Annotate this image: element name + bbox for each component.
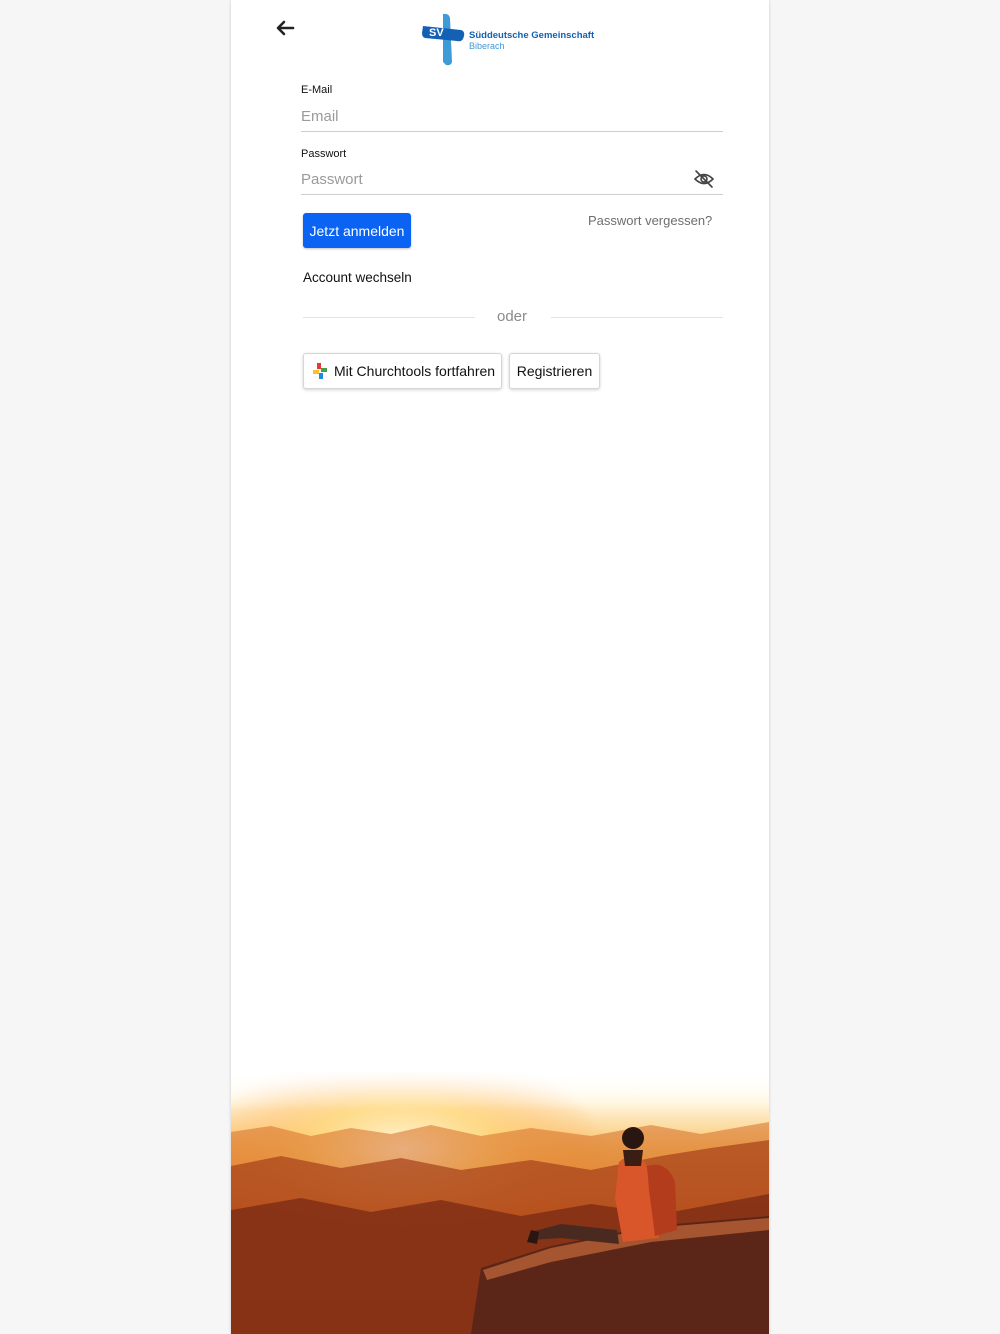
divider-text: oder — [496, 308, 528, 325]
back-button[interactable] — [273, 16, 297, 40]
forgot-password-link[interactable]: Passwort vergessen? — [588, 213, 712, 228]
switch-account-link[interactable]: Account wechseln — [303, 270, 412, 285]
logo: SV Süddeutsche Gemeinschaft Biberach — [421, 12, 611, 66]
churchtools-button-label: Mit Churchtools fortfahren — [334, 363, 496, 379]
divider-line-right — [551, 317, 723, 318]
logo-cross-icon: SV — [422, 13, 465, 66]
email-label: E-Mail — [301, 84, 333, 96]
churchtools-login-button[interactable]: Mit Churchtools fortfahren — [303, 353, 502, 389]
divider-line-left — [303, 317, 475, 318]
password-label: Passwort — [301, 148, 347, 160]
svg-text:SV: SV — [429, 27, 444, 39]
logo-name: Süddeutsche Gemeinschaft — [469, 30, 595, 41]
arrow-left-icon — [276, 20, 295, 36]
churchtools-logo-icon — [313, 363, 327, 379]
email-input[interactable] — [301, 101, 723, 132]
register-button[interactable]: Registrieren — [509, 353, 600, 389]
eye-slash-icon — [693, 170, 715, 188]
login-panel: SV Süddeutsche Gemeinschaft Biberach E-M… — [231, 0, 769, 1334]
password-input[interactable] — [301, 164, 723, 195]
password-visibility-toggle[interactable] — [693, 168, 715, 190]
hiker-sunset-image — [231, 1070, 769, 1334]
logo-subtitle: Biberach — [469, 41, 505, 51]
login-button[interactable]: Jetzt anmelden — [303, 213, 411, 248]
